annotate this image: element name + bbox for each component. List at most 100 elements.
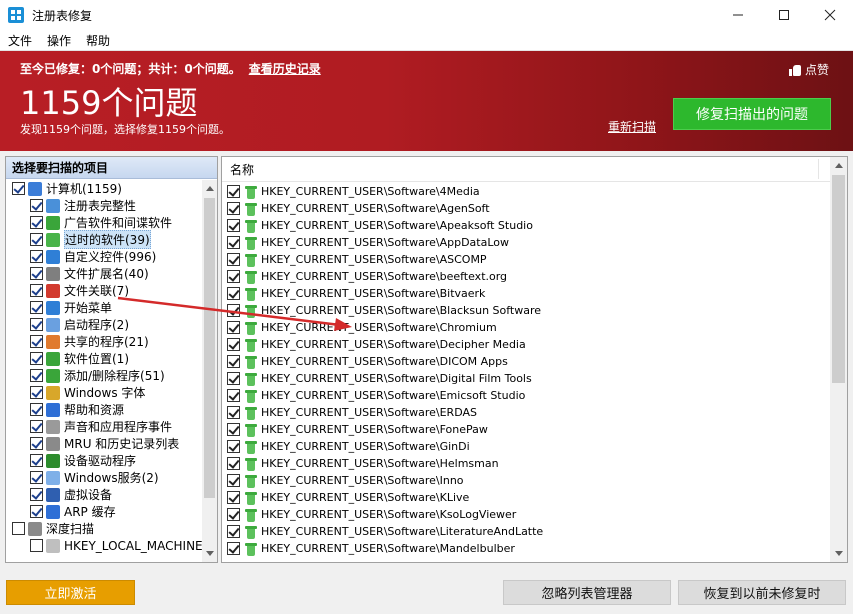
menu-file[interactable]: 文件 bbox=[0, 32, 39, 49]
tree-item[interactable]: 虚拟设备 bbox=[6, 486, 202, 503]
list-item-checkbox[interactable] bbox=[227, 474, 240, 487]
tree-item-checkbox[interactable] bbox=[30, 471, 43, 484]
tree-item-checkbox[interactable] bbox=[30, 199, 43, 212]
list-item[interactable]: HKEY_CURRENT_USER\Software\LiteratureAnd… bbox=[222, 523, 828, 540]
list-item[interactable]: HKEY_CURRENT_USER\Software\FonePaw bbox=[222, 421, 828, 438]
tree-item[interactable]: 深度扫描 bbox=[6, 520, 202, 537]
tree-item-checkbox[interactable] bbox=[30, 267, 43, 280]
list-item-checkbox[interactable] bbox=[227, 389, 240, 402]
list-item-checkbox[interactable] bbox=[227, 236, 240, 249]
list-item[interactable]: HKEY_CURRENT_USER\Software\Apeaksoft Stu… bbox=[222, 217, 828, 234]
tree-item-checkbox[interactable] bbox=[30, 437, 43, 450]
list-item[interactable]: HKEY_CURRENT_USER\Software\GinDi bbox=[222, 438, 828, 455]
fix-problems-button[interactable]: 修复扫描出的问题 bbox=[673, 98, 831, 130]
tree-item[interactable]: 共享的程序(21) bbox=[6, 333, 202, 350]
menu-help[interactable]: 帮助 bbox=[78, 32, 117, 49]
list-item[interactable]: HKEY_CURRENT_USER\Software\ASCOMP bbox=[222, 251, 828, 268]
list-item[interactable]: HKEY_CURRENT_USER\Software\Blacksun Soft… bbox=[222, 302, 828, 319]
tree-item[interactable]: 文件扩展名(40) bbox=[6, 265, 202, 282]
menu-operation[interactable]: 操作 bbox=[39, 32, 78, 49]
list-item[interactable]: HKEY_CURRENT_USER\Software\Decipher Medi… bbox=[222, 336, 828, 353]
list-item[interactable]: HKEY_CURRENT_USER\Software\KLive bbox=[222, 489, 828, 506]
tree-item-checkbox[interactable] bbox=[30, 216, 43, 229]
list-item[interactable]: HKEY_CURRENT_USER\Software\Digital Film … bbox=[222, 370, 828, 387]
ignore-list-manager-button[interactable]: 忽略列表管理器 bbox=[503, 580, 671, 605]
minimize-button[interactable] bbox=[715, 0, 761, 30]
tree-item-checkbox[interactable] bbox=[30, 352, 43, 365]
list-item[interactable]: HKEY_CURRENT_USER\Software\Emicsoft Stud… bbox=[222, 387, 828, 404]
tree-item-checkbox[interactable] bbox=[12, 182, 25, 195]
tree-item[interactable]: 设备驱动程序 bbox=[6, 452, 202, 469]
list-item[interactable]: HKEY_CURRENT_USER\Software\KsoLogViewer bbox=[222, 506, 828, 523]
tree-item-checkbox[interactable] bbox=[30, 301, 43, 314]
tree-item-checkbox[interactable] bbox=[30, 318, 43, 331]
list-item-checkbox[interactable] bbox=[227, 440, 240, 453]
list-item-checkbox[interactable] bbox=[227, 542, 240, 555]
close-button[interactable] bbox=[807, 0, 853, 30]
left-scrollbar[interactable] bbox=[202, 180, 217, 562]
activate-now-button[interactable]: 立即激活 bbox=[6, 580, 135, 605]
tree-item-checkbox[interactable] bbox=[30, 454, 43, 467]
list-item-checkbox[interactable] bbox=[227, 253, 240, 266]
tree-item[interactable]: ARP 缓存 bbox=[6, 503, 202, 520]
tree-item[interactable]: 添加/删除程序(51) bbox=[6, 367, 202, 384]
tree-item-checkbox[interactable] bbox=[30, 539, 43, 552]
tree-item[interactable]: 注册表完整性 bbox=[6, 197, 202, 214]
list-item-checkbox[interactable] bbox=[227, 304, 240, 317]
left-scrollbar-thumb[interactable] bbox=[204, 198, 215, 498]
list-item[interactable]: HKEY_CURRENT_USER\Software\Inno bbox=[222, 472, 828, 489]
list-item-checkbox[interactable] bbox=[227, 508, 240, 521]
tree-item-checkbox[interactable] bbox=[30, 420, 43, 433]
list-item-checkbox[interactable] bbox=[227, 406, 240, 419]
tree-item[interactable]: 自定义控件(996) bbox=[6, 248, 202, 265]
tree-item[interactable]: 过时的软件(39) bbox=[6, 230, 202, 249]
tree-item-checkbox[interactable] bbox=[30, 505, 43, 518]
list-item-checkbox[interactable] bbox=[227, 372, 240, 385]
list-item[interactable]: HKEY_CURRENT_USER\Software\beeftext.org bbox=[222, 268, 828, 285]
tree-item[interactable]: 帮助和资源 bbox=[6, 401, 202, 418]
scroll-up-icon[interactable] bbox=[206, 186, 214, 191]
tree-item[interactable]: 计算机(1159) bbox=[6, 180, 202, 197]
tree-item[interactable]: HKEY_LOCAL_MACHINE bbox=[6, 537, 202, 554]
tree-item[interactable]: 文件关联(7) bbox=[6, 282, 202, 299]
list-item-checkbox[interactable] bbox=[227, 491, 240, 504]
list-item[interactable]: HKEY_CURRENT_USER\Software\ERDAS bbox=[222, 404, 828, 421]
scroll-up-icon[interactable] bbox=[835, 163, 843, 168]
list-item-checkbox[interactable] bbox=[227, 457, 240, 470]
tree-item[interactable]: 声音和应用程序事件 bbox=[6, 418, 202, 435]
list-item[interactable]: HKEY_CURRENT_USER\Software\AgenSoft bbox=[222, 200, 828, 217]
list-item-checkbox[interactable] bbox=[227, 338, 240, 351]
list-item[interactable]: HKEY_CURRENT_USER\Software\Mandelbulber bbox=[222, 540, 828, 557]
list-item-checkbox[interactable] bbox=[227, 185, 240, 198]
list-item[interactable]: HKEY_CURRENT_USER\Software\AppDataLow bbox=[222, 234, 828, 251]
tree-item-checkbox[interactable] bbox=[30, 250, 43, 263]
tree-item[interactable]: Windows服务(2) bbox=[6, 469, 202, 486]
tree-item[interactable]: 启动程序(2) bbox=[6, 316, 202, 333]
list-item-checkbox[interactable] bbox=[227, 525, 240, 538]
list-item-checkbox[interactable] bbox=[227, 423, 240, 436]
right-scrollbar-thumb[interactable] bbox=[832, 175, 845, 383]
list-item[interactable]: HKEY_CURRENT_USER\Software\Chromium bbox=[222, 319, 828, 336]
list-item-checkbox[interactable] bbox=[227, 202, 240, 215]
restore-button[interactable]: 恢复到以前未修复时 bbox=[678, 580, 846, 605]
list-item-checkbox[interactable] bbox=[227, 219, 240, 232]
tree-item[interactable]: 软件位置(1) bbox=[6, 350, 202, 367]
tree-item-checkbox[interactable] bbox=[30, 386, 43, 399]
view-history-link[interactable]: 查看历史记录 bbox=[249, 62, 321, 76]
tree-item[interactable]: 开始菜单 bbox=[6, 299, 202, 316]
tree-item-checkbox[interactable] bbox=[30, 233, 43, 246]
like-button[interactable]: 点赞 bbox=[788, 61, 829, 78]
list-item[interactable]: HKEY_CURRENT_USER\Software\Bitvaerk bbox=[222, 285, 828, 302]
tree-item-checkbox[interactable] bbox=[30, 369, 43, 382]
rescan-link[interactable]: 重新扫描 bbox=[608, 118, 656, 135]
list-item-checkbox[interactable] bbox=[227, 287, 240, 300]
list-column-header[interactable]: 名称 bbox=[222, 157, 847, 182]
list-item[interactable]: HKEY_CURRENT_USER\Software\4Media bbox=[222, 183, 828, 200]
list-item[interactable]: HKEY_CURRENT_USER\Software\Helmsman bbox=[222, 455, 828, 472]
tree-item-checkbox[interactable] bbox=[30, 284, 43, 297]
right-scrollbar[interactable] bbox=[830, 157, 847, 562]
tree-item-checkbox[interactable] bbox=[30, 488, 43, 501]
list-item[interactable]: HKEY_CURRENT_USER\Software\DICOM Apps bbox=[222, 353, 828, 370]
list-item-checkbox[interactable] bbox=[227, 355, 240, 368]
tree-item[interactable]: 广告软件和间谍软件 bbox=[6, 214, 202, 231]
